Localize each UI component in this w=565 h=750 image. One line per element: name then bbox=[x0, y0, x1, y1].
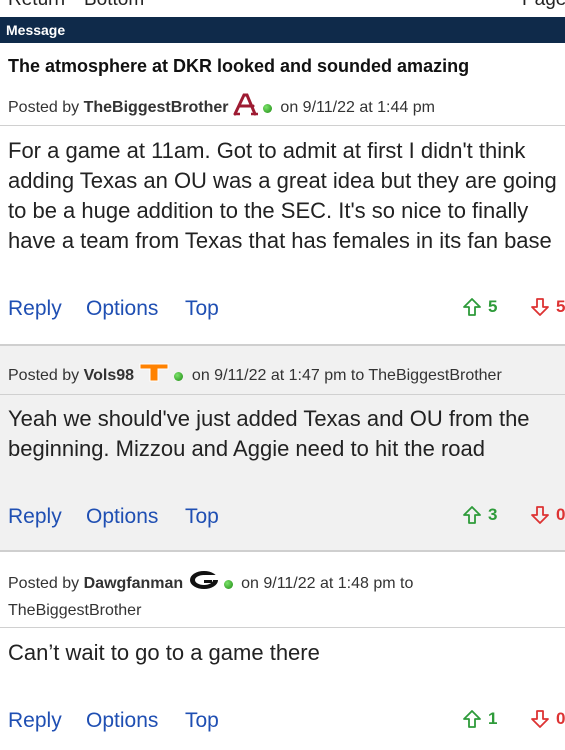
post-header: Posted by Dawgfanman on 9/11/22 at 1:48 … bbox=[8, 569, 560, 623]
to-label: to bbox=[400, 575, 414, 593]
downvote-button[interactable]: 0 bbox=[530, 505, 565, 525]
options-link[interactable]: Options bbox=[86, 297, 158, 321]
to-label: to bbox=[350, 367, 365, 385]
on-label: on bbox=[280, 99, 299, 117]
post-body-line: have a team from Texas that has females … bbox=[8, 228, 552, 253]
reply-link[interactable]: Reply bbox=[8, 505, 62, 529]
bottom-link[interactable]: Bottom bbox=[84, 0, 144, 11]
post-separator bbox=[0, 344, 565, 346]
thread-title: The atmosphere at DKR looked and sounded… bbox=[8, 56, 470, 76]
downvote-count: 0 bbox=[556, 505, 565, 524]
post-body-line: beginning. Mizzou and Aggie need to hit … bbox=[8, 436, 486, 461]
thumb-down-arrow-icon bbox=[531, 298, 549, 316]
reply-to-user-link[interactable]: TheBiggestBrother bbox=[8, 602, 141, 619]
divider bbox=[0, 125, 565, 126]
upvote-count: 3 bbox=[488, 505, 498, 524]
georgia-logo-icon bbox=[188, 569, 220, 599]
options-link[interactable]: Options bbox=[86, 505, 158, 529]
downvote-button[interactable]: 5 bbox=[530, 297, 565, 317]
thumb-up-arrow-icon bbox=[463, 506, 481, 524]
online-status-icon bbox=[174, 371, 184, 381]
on-label: on bbox=[191, 367, 210, 385]
reply-link[interactable]: Reply bbox=[8, 297, 62, 321]
upvote-count: 5 bbox=[488, 297, 498, 316]
post-header: Posted by Vols98 on 9/11/22 at 1:47 pm t… bbox=[8, 361, 560, 391]
thumb-up-arrow-icon bbox=[463, 298, 481, 316]
online-status-icon bbox=[223, 579, 233, 589]
posted-by-label: Posted by bbox=[8, 367, 80, 385]
post-body-line: to be a huge addition to the SEC. It's s… bbox=[8, 198, 529, 223]
post-body: For a game at 11am. Got to admit at firs… bbox=[8, 136, 565, 256]
downvote-count: 0 bbox=[556, 709, 565, 728]
post-body: Can’t wait to go to a game there bbox=[8, 638, 565, 668]
message-header-bar: Message bbox=[0, 17, 565, 43]
upvote-button[interactable]: 3 bbox=[462, 505, 497, 525]
top-navigation: Return Bottom Page bbox=[0, 0, 565, 14]
post-body-line: Can’t wait to go to a game there bbox=[8, 640, 320, 665]
downvote-button[interactable]: 0 bbox=[530, 709, 565, 729]
top-link[interactable]: Top bbox=[185, 709, 219, 733]
posted-by-label: Posted by bbox=[8, 575, 80, 593]
alabama-logo-icon bbox=[233, 92, 259, 124]
tennessee-logo-icon bbox=[138, 361, 170, 391]
thumb-down-arrow-icon bbox=[531, 506, 549, 524]
post-body-line: For a game at 11am. Got to admit at firs… bbox=[8, 138, 526, 163]
online-status-icon bbox=[262, 103, 272, 113]
reply-link[interactable]: Reply bbox=[8, 709, 62, 733]
return-link[interactable]: Return bbox=[8, 0, 65, 11]
username-link[interactable]: Dawgfanman bbox=[84, 575, 184, 592]
top-link[interactable]: Top bbox=[185, 505, 219, 529]
post-body: Yeah we should've just added Texas and O… bbox=[8, 404, 565, 464]
post-actions: Reply Options Top 3 0 bbox=[0, 505, 565, 535]
thumb-down-arrow-icon bbox=[531, 710, 549, 728]
post-separator bbox=[0, 550, 565, 552]
post-body-line: Yeah we should've just added Texas and O… bbox=[8, 406, 530, 431]
username-link[interactable]: Vols98 bbox=[84, 367, 134, 384]
post-date: 9/11/22 at 1:44 pm bbox=[302, 99, 435, 117]
thumb-up-arrow-icon bbox=[463, 710, 481, 728]
post-actions: Reply Options Top 5 5 bbox=[0, 297, 565, 327]
username-link[interactable]: TheBiggestBrother bbox=[84, 99, 229, 116]
post-header: Posted by TheBiggestBrother on 9/11/22 a… bbox=[8, 92, 560, 124]
post-actions: Reply Options Top 1 0 bbox=[0, 709, 565, 739]
divider bbox=[0, 394, 565, 395]
top-link[interactable]: Top bbox=[185, 297, 219, 321]
on-label: on bbox=[241, 575, 259, 593]
options-link[interactable]: Options bbox=[86, 709, 158, 733]
upvote-button[interactable]: 5 bbox=[462, 297, 497, 317]
post-date: 9/11/22 at 1:48 pm bbox=[263, 575, 396, 593]
divider bbox=[0, 627, 565, 628]
upvote-count: 1 bbox=[488, 709, 498, 728]
post-body-line: adding Texas an OU was a great idea but … bbox=[8, 168, 557, 193]
upvote-button[interactable]: 1 bbox=[462, 709, 497, 729]
downvote-count: 5 bbox=[556, 297, 565, 316]
post-date: 9/11/22 at 1:47 pm bbox=[214, 367, 347, 385]
posted-by-label: Posted by bbox=[8, 99, 80, 117]
reply-to-user-link[interactable]: TheBiggestBrother bbox=[368, 367, 501, 384]
page-link[interactable]: Page bbox=[522, 0, 565, 11]
